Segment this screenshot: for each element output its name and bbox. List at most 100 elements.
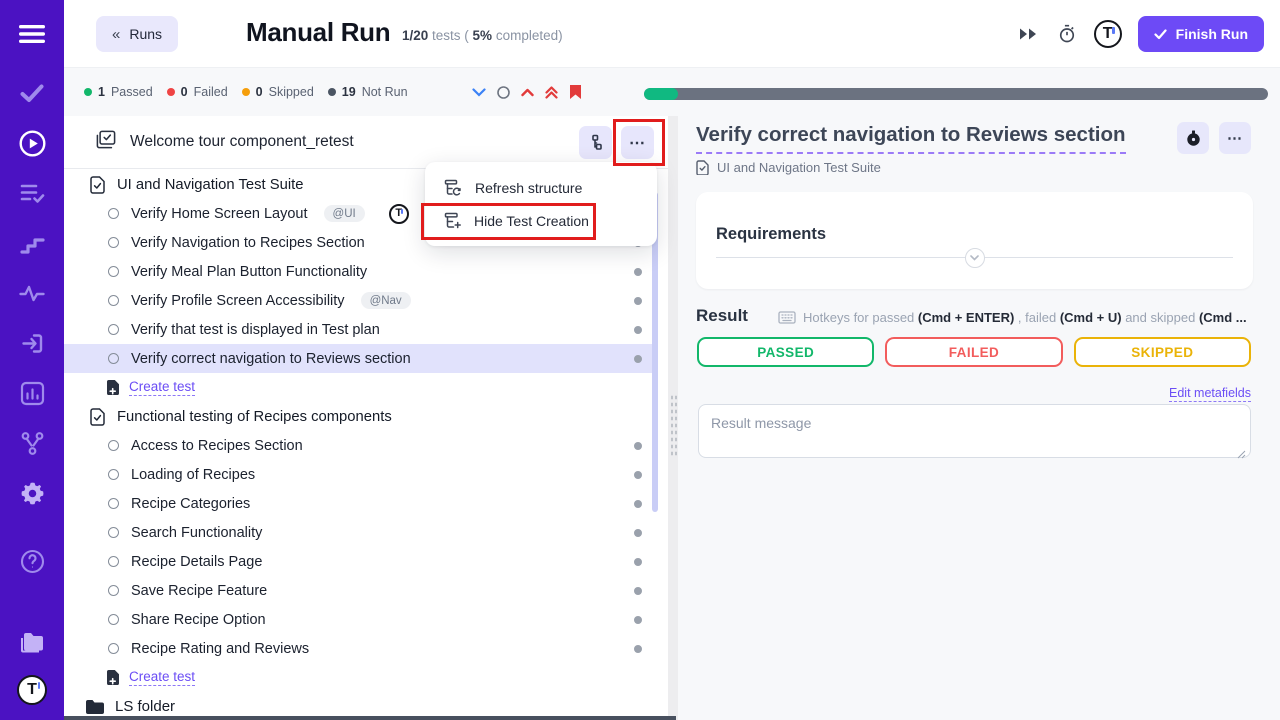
finish-run-label: Finish Run bbox=[1176, 26, 1248, 42]
test-status-circle-icon bbox=[108, 556, 119, 567]
doc-plus-icon bbox=[106, 379, 120, 396]
not-run-dot bbox=[634, 587, 642, 595]
tree-test[interactable]: Search Functionality bbox=[64, 518, 656, 547]
page-title: Manual Run bbox=[246, 17, 390, 48]
test-label: Verify Navigation to Recipes Section bbox=[131, 235, 365, 251]
sidebar-item-help[interactable] bbox=[0, 547, 64, 575]
not-run-dot bbox=[634, 326, 642, 334]
sidebar-item-runs[interactable] bbox=[0, 129, 64, 157]
hotkeys-hint: Hotkeys for passed (Cmd + ENTER) , faile… bbox=[778, 310, 1252, 325]
sidebar-item-test-plans[interactable] bbox=[0, 179, 64, 207]
tree-more-actions-button[interactable]: ⋯ bbox=[621, 126, 654, 159]
chevron-down-icon[interactable] bbox=[472, 88, 486, 97]
test-status-circle-icon bbox=[108, 585, 119, 596]
create-test-label: Create test bbox=[129, 669, 195, 686]
list-check-icon bbox=[20, 183, 45, 203]
menu-item-label: Hide Test Creation bbox=[474, 213, 589, 229]
stopwatch-icon bbox=[1186, 130, 1201, 147]
bookmark-icon[interactable] bbox=[569, 84, 582, 100]
branch-icon bbox=[21, 431, 44, 456]
suite-label: Functional testing of Recipes components bbox=[117, 409, 392, 425]
stopwatch-icon[interactable] bbox=[1056, 23, 1078, 45]
tree-test[interactable]: Verify Meal Plan Button Functionality bbox=[64, 257, 656, 286]
tree-test[interactable]: Recipe Details Page bbox=[64, 547, 656, 576]
test-more-actions-button[interactable]: ⋯ bbox=[1219, 122, 1251, 154]
tree-test[interactable]: Verify that test is displayed in Test pl… bbox=[64, 315, 656, 344]
chevron-up-icon[interactable] bbox=[521, 88, 534, 97]
finish-run-button[interactable]: Finish Run bbox=[1138, 16, 1264, 52]
app-root: T « Runs Manual Run 1/20 tests ( 5% comp… bbox=[0, 0, 1280, 720]
back-to-runs-label: Runs bbox=[129, 26, 162, 42]
sidebar-item-settings[interactable] bbox=[0, 479, 64, 507]
sidebar-item-checks[interactable] bbox=[0, 79, 64, 107]
tree-test[interactable]: Verify correct navigation to Reviews sec… bbox=[64, 344, 656, 373]
suite-doc-icon bbox=[90, 176, 105, 194]
not-run-dot bbox=[634, 529, 642, 537]
test-label: Recipe Rating and Reviews bbox=[131, 641, 309, 657]
sidebar-item-analytics[interactable] bbox=[0, 379, 64, 407]
testomat-logo: T bbox=[17, 675, 47, 705]
tree-test[interactable]: Share Recipe Option bbox=[64, 605, 656, 634]
result-skipped-button[interactable]: SKIPPED bbox=[1074, 337, 1251, 367]
not-run-dot bbox=[634, 500, 642, 508]
doc-plus-icon bbox=[106, 669, 120, 686]
menu-item-refresh-structure[interactable]: Refresh structure bbox=[425, 171, 657, 204]
horizontal-scrollbar[interactable] bbox=[64, 716, 676, 720]
test-detail-panel: Verify correct navigation to Reviews sec… bbox=[678, 116, 1280, 720]
timer-button[interactable] bbox=[1177, 122, 1209, 154]
test-label: Verify Home Screen Layout bbox=[131, 206, 308, 222]
run-progress-text: 1/20 tests ( 5% completed) bbox=[402, 28, 563, 43]
tasks-icon bbox=[96, 130, 116, 154]
result-message-input[interactable] bbox=[698, 404, 1251, 458]
expand-requirements-button[interactable] bbox=[965, 248, 985, 268]
sign-in-icon bbox=[21, 332, 44, 355]
sidebar-menu-button[interactable] bbox=[0, 20, 64, 48]
sidebar: T bbox=[0, 0, 64, 720]
doc-check-icon bbox=[696, 160, 709, 175]
double-chevron-left-icon: « bbox=[112, 26, 120, 43]
check-icon bbox=[1154, 29, 1167, 40]
tree-test[interactable]: Recipe Rating and Reviews bbox=[64, 634, 656, 663]
edit-metafields-link[interactable]: Edit metafields bbox=[1169, 386, 1251, 402]
sidebar-item-pulse[interactable] bbox=[0, 279, 64, 307]
testomat-logo[interactable]: T bbox=[1094, 20, 1122, 48]
not-run-dot bbox=[634, 355, 642, 363]
not-run-dot bbox=[634, 268, 642, 276]
result-passed-button[interactable]: PASSED bbox=[697, 337, 874, 367]
help-circle-icon bbox=[20, 549, 45, 574]
sidebar-item-projects[interactable] bbox=[0, 628, 64, 656]
not-run-dot bbox=[634, 558, 642, 566]
create-test-link[interactable]: Create test bbox=[64, 373, 656, 402]
tree-test[interactable]: Loading of Recipes bbox=[64, 460, 656, 489]
sidebar-item-branches[interactable] bbox=[0, 429, 64, 457]
double-chevron-up-icon[interactable] bbox=[545, 86, 558, 99]
menu-item-hide-test-creation[interactable]: Hide Test Creation bbox=[425, 204, 657, 237]
toggle-structure-button[interactable] bbox=[579, 126, 612, 159]
tag-badge: @UI bbox=[324, 205, 365, 222]
structure-icon bbox=[587, 134, 604, 151]
tree-test[interactable]: Verify Profile Screen Accessibility@Nav bbox=[64, 286, 656, 315]
test-status-circle-icon bbox=[108, 440, 119, 451]
fast-forward-icon[interactable] bbox=[1018, 23, 1040, 45]
panel-resize-gutter[interactable] bbox=[668, 116, 678, 720]
circle-icon[interactable] bbox=[497, 86, 510, 99]
create-test-link[interactable]: Create test bbox=[64, 663, 656, 692]
test-label: Search Functionality bbox=[131, 525, 262, 541]
steps-icon bbox=[20, 233, 45, 254]
not-run-dot bbox=[634, 442, 642, 450]
sidebar-logo[interactable]: T bbox=[0, 676, 64, 704]
tree-suite[interactable]: Functional testing of Recipes components bbox=[64, 402, 656, 431]
suite-label: UI and Navigation Test Suite bbox=[117, 177, 303, 193]
requirements-card: Requirements bbox=[696, 192, 1253, 289]
result-buttons: PASSED FAILED SKIPPED bbox=[697, 337, 1251, 367]
result-failed-button[interactable]: FAILED bbox=[885, 337, 1062, 367]
back-to-runs-button[interactable]: « Runs bbox=[96, 16, 178, 52]
tree-test[interactable]: Save Recipe Feature bbox=[64, 576, 656, 605]
test-title[interactable]: Verify correct navigation to Reviews sec… bbox=[696, 123, 1126, 154]
tree-test[interactable]: Access to Recipes Section bbox=[64, 431, 656, 460]
test-status-circle-icon bbox=[108, 614, 119, 625]
sidebar-item-steps[interactable] bbox=[0, 229, 64, 257]
sidebar-item-import[interactable] bbox=[0, 329, 64, 357]
stat-not-run: 19Not Run bbox=[328, 85, 408, 99]
tree-test[interactable]: Recipe Categories bbox=[64, 489, 656, 518]
